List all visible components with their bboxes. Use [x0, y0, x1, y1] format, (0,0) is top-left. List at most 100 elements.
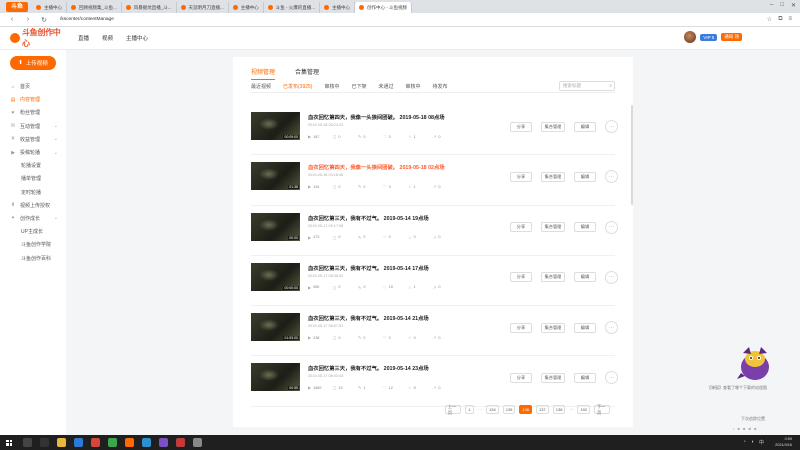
app-icon-6[interactable]	[193, 438, 202, 447]
video-thumbnail[interactable]: 00:09:00	[251, 112, 300, 140]
video-thumbnail[interactable]: 01:38	[251, 162, 300, 191]
filter-tab[interactable]: 待发布	[433, 83, 448, 90]
filter-tab[interactable]: 最近视频	[251, 83, 271, 90]
app-icon-1[interactable]	[108, 438, 117, 447]
sidebar-item[interactable]: ♥ 粉丝管理	[0, 106, 66, 119]
sidebar-item[interactable]: ¥ 收益管理 ⌄	[0, 133, 66, 146]
more-options-button[interactable]: ···	[605, 270, 618, 284]
browser-tab[interactable]: 回顾视频集_斗鱼...	[67, 2, 122, 13]
next-page-button[interactable]: 下一页	[594, 404, 611, 415]
upload-video-button[interactable]: ⬆ 上传视频	[10, 56, 56, 70]
page-button[interactable]: 1	[465, 405, 474, 414]
video-thumbnail[interactable]: 00:00:00	[251, 262, 300, 291]
sidebar-item[interactable]: ▶ 投稿轮播 ⌄	[0, 146, 66, 159]
more-options-button[interactable]: ···	[605, 321, 618, 335]
close-icon[interactable]: ✕	[791, 2, 796, 9]
browser-tab[interactable]: 主播中心	[320, 2, 356, 13]
forward-icon[interactable]: ›	[24, 16, 32, 23]
sidebar-item[interactable]: 轮播设置	[0, 159, 66, 172]
sidebar-item[interactable]: ⌂ 首页	[0, 80, 66, 93]
share-button[interactable]: 分享	[510, 272, 532, 283]
nav-anchor-center[interactable]: 主播中心	[126, 34, 148, 42]
menu-icon[interactable]: ≡	[788, 16, 792, 23]
video-title[interactable]: 血衣回忆第三天，我有不过气。 2019-05-14 19点场	[308, 214, 429, 222]
filter-tab[interactable]: 已下架	[352, 83, 367, 90]
more-options-button[interactable]: ···	[605, 120, 618, 133]
edit-button[interactable]: 编辑	[574, 372, 596, 383]
video-thumbnail[interactable]: 01:53:00	[251, 313, 300, 342]
filter-tab[interactable]: 未通过	[379, 83, 394, 90]
collection-manage-button[interactable]: 集合管理	[541, 372, 565, 383]
taskview-icon[interactable]	[40, 438, 49, 447]
promo-badge[interactable]: 通知 领	[721, 33, 742, 41]
maximize-icon[interactable]: □	[780, 2, 784, 9]
browser-tab[interactable]: 主播中心	[229, 2, 264, 13]
browser-tab[interactable]: 斗鱼 - 火爆的直播...	[264, 2, 321, 13]
more-options-button[interactable]: ···	[605, 371, 618, 385]
page-button[interactable]: 135	[502, 405, 516, 414]
explorer-icon[interactable]	[57, 438, 66, 447]
collection-manage-button[interactable]: 集合管理	[541, 121, 565, 132]
browser-app-logo[interactable]: 斗鱼	[6, 2, 28, 12]
sidebar-item[interactable]: ⬆ 视频上传授权	[0, 199, 66, 212]
back-icon[interactable]: ‹	[8, 16, 16, 23]
extensions-icon[interactable]: ⧉	[778, 16, 782, 23]
browser-tab[interactable]: 主播中心	[32, 2, 67, 13]
sidebar-item[interactable]: 斗鱼创作学院	[0, 238, 66, 251]
search-taskbar-icon[interactable]	[23, 438, 32, 447]
search-input[interactable]: 搜索标题 ⌕	[559, 81, 615, 91]
sidebar-item[interactable]: 播单管理	[0, 172, 66, 185]
app-icon-4[interactable]	[159, 438, 168, 447]
collection-manage-button[interactable]: 集合管理	[541, 222, 565, 233]
page-button[interactable]: 138	[552, 405, 566, 414]
page-button[interactable]: 134	[486, 405, 499, 414]
scrollbar[interactable]	[631, 105, 633, 205]
edit-button[interactable]: 编辑	[574, 171, 596, 182]
sidebar-item[interactable]: 斗鱼创作百科	[0, 251, 66, 264]
volume-icon[interactable]: ◖	[751, 439, 754, 446]
ime-icon[interactable]: 中	[759, 439, 764, 446]
video-thumbnail[interactable]: 00:55	[251, 363, 300, 392]
sidebar-item[interactable]: ✉ 互动管理 ⌄	[0, 120, 66, 133]
app-icon-3[interactable]	[142, 438, 151, 447]
video-title[interactable]: 血衣回忆第四天，我像一头狼间团破。 2019-05-18 02点场	[308, 163, 445, 171]
edit-button[interactable]: 编辑	[574, 322, 596, 333]
edit-button[interactable]: 编辑	[574, 272, 596, 283]
share-button[interactable]: 分享	[510, 171, 532, 182]
mascot-image[interactable]	[735, 345, 775, 383]
video-title[interactable]: 血衣回忆第四天，我像一头狼间团破。 2019-05-18 08点场	[308, 113, 445, 121]
nav-video[interactable]: 视频	[102, 34, 113, 42]
video-title[interactable]: 血衣回忆第三天，我有不过气。 2019-05-14 17点场	[308, 264, 429, 272]
edit-button[interactable]: 编辑	[574, 121, 596, 132]
network-icon[interactable]: ◔	[743, 439, 746, 446]
site-logo[interactable]: 斗鱼创作中心	[10, 28, 68, 48]
page-button[interactable]: 136	[519, 405, 533, 414]
collection-manage-button[interactable]: 集合管理	[541, 272, 565, 283]
share-button[interactable]: 分享	[510, 372, 532, 383]
url-field[interactable]: /kscenter/contentManage	[60, 17, 114, 22]
star-icon[interactable]: ☆	[767, 16, 772, 23]
video-title[interactable]: 血衣回忆第三天，我有不过气。 2019-05-14 21点场	[308, 314, 429, 322]
windows-start-icon[interactable]	[3, 437, 15, 449]
collection-manage-button[interactable]: 集合管理	[541, 171, 565, 182]
more-options-button[interactable]: ···	[605, 170, 618, 184]
app-icon-5[interactable]	[176, 438, 185, 447]
more-options-button[interactable]: ···	[605, 220, 618, 234]
filter-tab[interactable]: 审核中	[324, 83, 339, 90]
sidebar-item[interactable]: UP主成长	[0, 225, 66, 238]
video-thumbnail[interactable]: 00:00	[251, 212, 300, 241]
minimize-icon[interactable]: –	[770, 2, 773, 9]
clock[interactable]: 0:59 2021/4/16	[775, 436, 792, 448]
filter-tab[interactable]: 已发布(3925)	[283, 83, 312, 90]
browser-tab[interactable]: 风暴掘坑直播_斗...	[122, 2, 177, 13]
edge-icon[interactable]	[74, 438, 83, 447]
sidebar-item[interactable]: ✦ 创作成长 ⌄	[0, 212, 66, 225]
browser-tab[interactable]: 创作中心 - 斗鱼视频	[355, 2, 413, 13]
collection-manage-button[interactable]: 集合管理	[541, 322, 565, 333]
chrome-icon[interactable]	[91, 438, 100, 447]
reload-icon[interactable]: ↻	[40, 16, 48, 24]
tab-video-manage[interactable]: 视频管理	[251, 67, 276, 80]
share-button[interactable]: 分享	[510, 121, 532, 132]
share-button[interactable]: 分享	[510, 222, 532, 233]
filter-tab[interactable]: 审核中	[406, 83, 421, 90]
